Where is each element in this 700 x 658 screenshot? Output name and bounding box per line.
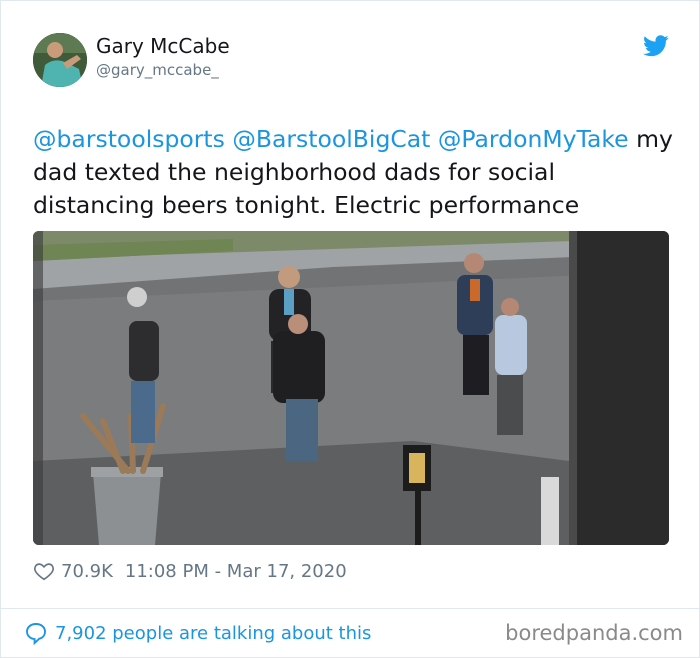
avatar-image <box>33 33 87 87</box>
user-handle[interactable]: @gary_mccabe_ <box>96 61 219 79</box>
avatar[interactable] <box>33 33 87 87</box>
mention-barstoolsports[interactable]: @barstoolsports <box>33 125 225 153</box>
boredpanda-watermark: boredpanda.com <box>505 621 683 645</box>
tweet-timestamp[interactable]: 11:08 PM - Mar 17, 2020 <box>125 561 347 582</box>
talking-count-text: 7,902 people are talking about this <box>55 622 372 644</box>
tweet-photo[interactable] <box>33 231 669 545</box>
tweet-footer: 7,902 people are talking about this bore… <box>0 608 700 658</box>
street-photo <box>33 231 669 545</box>
mention-barstoolbigcat[interactable]: @BarstoolBigCat <box>232 125 430 153</box>
comment-icon <box>26 623 46 645</box>
display-name[interactable]: Gary McCabe <box>96 34 230 58</box>
mention-pardonmytake[interactable]: @PardonMyTake <box>438 125 629 153</box>
tweet-text: @barstoolsports @BarstoolBigCat @PardonM… <box>33 123 673 222</box>
twitter-bird-icon[interactable] <box>643 35 669 57</box>
tweet-meta: 70.9K 11:08 PM - Mar 17, 2020 <box>33 558 347 584</box>
talking-about-link[interactable]: 7,902 people are talking about this <box>23 621 371 645</box>
tweet-card: Gary McCabe @gary_mccabe_ @barstoolsport… <box>0 0 700 609</box>
heart-icon[interactable] <box>33 560 55 582</box>
like-count[interactable]: 70.9K <box>61 561 113 582</box>
